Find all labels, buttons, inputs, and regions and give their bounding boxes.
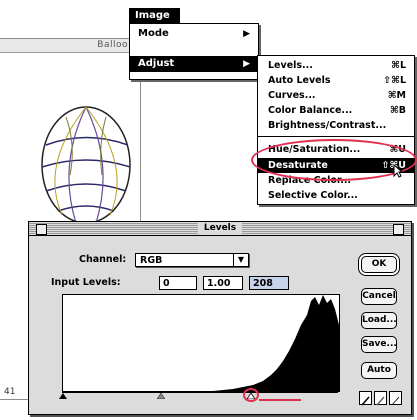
submenu-arrow-icon: ▶ xyxy=(243,59,250,69)
submenu-item-color-balance[interactable]: Color Balance... ⌘B xyxy=(258,103,414,118)
submenu-item-curves[interactable]: Curves... ⌘M xyxy=(258,88,414,103)
black-point-slider[interactable] xyxy=(59,393,67,399)
menu-item-label: Mode xyxy=(138,28,169,39)
black-eyedropper-icon[interactable] xyxy=(359,391,372,406)
submenu-item-label: Color Balance... xyxy=(268,105,353,116)
menu-item-label: Adjust xyxy=(138,58,175,69)
submenu-arrow-icon: ▶ xyxy=(243,29,250,39)
white-eyedropper-icon[interactable] xyxy=(389,391,402,406)
save-button[interactable]: Save... xyxy=(361,336,397,353)
input-black-field[interactable]: 0 xyxy=(159,276,197,290)
auto-button[interactable]: Auto xyxy=(361,362,397,379)
shortcut-label: ⌘M xyxy=(387,90,406,101)
ok-button[interactable]: OK xyxy=(361,256,397,273)
submenu-item-selective-color[interactable]: Selective Color... xyxy=(258,188,414,203)
menu-item-mode[interactable]: Mode ▶ xyxy=(130,26,258,42)
channel-value: RGB xyxy=(140,255,163,266)
chevron-down-icon: ▼ xyxy=(233,254,248,266)
cancel-button[interactable]: Cancel xyxy=(361,288,397,305)
input-slider-track xyxy=(62,392,338,393)
input-levels-label: Input Levels: xyxy=(51,277,121,288)
menu-item-adjust[interactable]: Adjust ▶ xyxy=(130,56,258,72)
zoom-box-icon[interactable] xyxy=(393,224,404,235)
document-title: Balloo xyxy=(97,40,128,50)
shortcut-label: ⌘B xyxy=(389,105,406,116)
submenu-item-auto-levels[interactable]: Auto Levels ⇧⌘L xyxy=(258,73,414,88)
document-titlebar[interactable]: Balloo xyxy=(0,39,140,53)
input-white-field[interactable]: 208 xyxy=(249,276,289,290)
mouse-cursor-icon xyxy=(393,164,403,178)
load-button[interactable]: Load... xyxy=(361,312,397,329)
submenu-item-label: Selective Color... xyxy=(268,190,358,201)
input-gamma-field[interactable]: 1.00 xyxy=(203,276,243,290)
submenu-item-label: Curves... xyxy=(268,90,316,101)
channel-select[interactable]: RGB ▼ xyxy=(135,253,249,267)
dialog-titlebar[interactable]: Levels xyxy=(29,222,411,236)
histogram xyxy=(62,294,340,392)
submenu-item-brightness-contrast[interactable]: Brightness/Contrast... xyxy=(258,118,414,133)
annotation-line xyxy=(259,399,301,401)
adjust-submenu: Levels... ⌘L Auto Levels ⇧⌘L Curves... ⌘… xyxy=(257,55,415,205)
submenu-item-levels[interactable]: Levels... ⌘L xyxy=(258,58,414,73)
image-menu: Mode ▶ Adjust ▶ xyxy=(129,23,259,80)
gamma-slider[interactable] xyxy=(157,393,165,399)
channel-label: Channel: xyxy=(79,254,127,265)
menu-separator xyxy=(258,136,414,137)
histogram-graph xyxy=(63,295,339,391)
close-box-icon[interactable] xyxy=(36,224,47,235)
shortcut-label: ⇧⌘L xyxy=(383,75,406,86)
image-menu-title[interactable]: Image xyxy=(129,8,180,23)
shortcut-label: ⌘L xyxy=(391,60,406,71)
gray-eyedropper-icon[interactable] xyxy=(374,391,387,406)
dialog-title: Levels xyxy=(197,222,243,235)
submenu-item-label: Auto Levels xyxy=(268,75,331,86)
levels-dialog: Levels Channel: RGB ▼ Input Levels: 0 1.… xyxy=(28,221,412,415)
slider-annotation xyxy=(243,388,259,402)
submenu-item-label: Levels... xyxy=(268,60,313,71)
submenu-item-label: Brightness/Contrast... xyxy=(268,120,387,131)
